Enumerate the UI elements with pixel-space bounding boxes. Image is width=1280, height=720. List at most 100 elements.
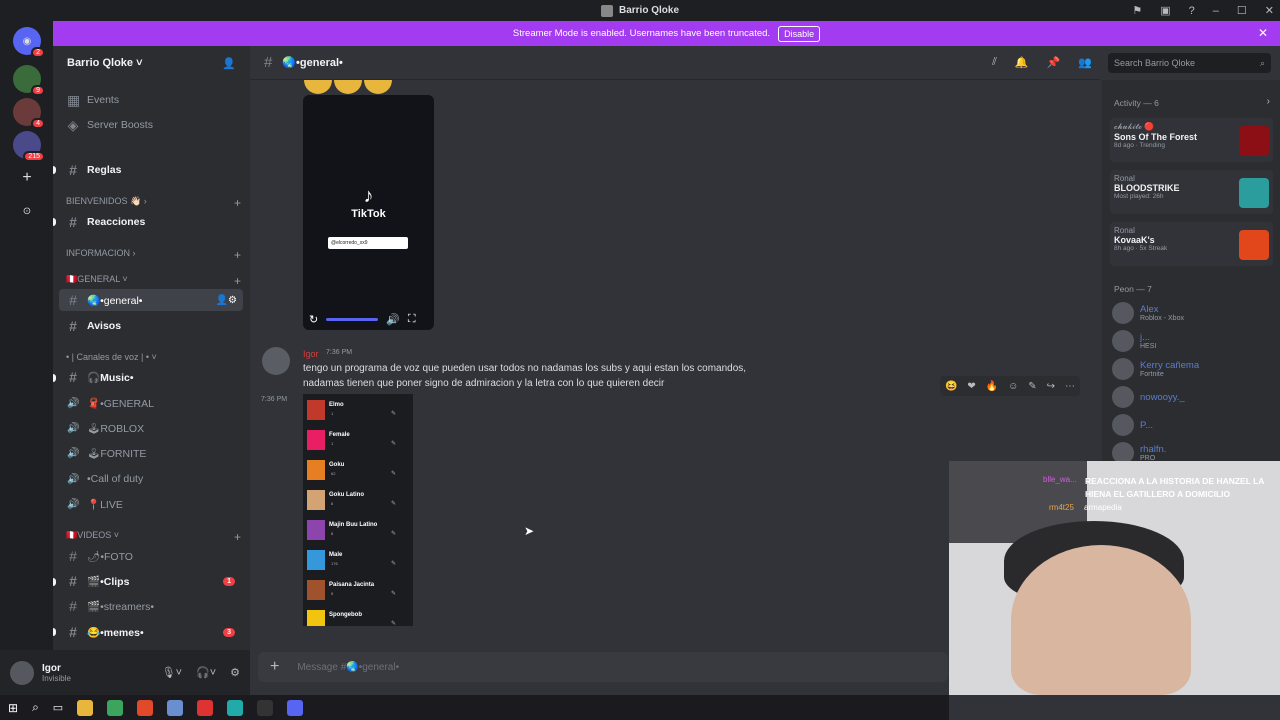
member-list-icon[interactable]: 👥 <box>1078 56 1092 69</box>
sound-row[interactable]: Paisana Jacinta 5 ✎ <box>307 578 407 604</box>
headphones-icon[interactable]: 🎧˅ <box>196 666 216 679</box>
close-icon[interactable]: ✕ <box>1265 4 1274 17</box>
add-channel-icon[interactable]: + <box>234 196 241 210</box>
boosts-item[interactable]: ◈ Server Boosts <box>59 114 243 136</box>
flag-icon[interactable]: ⚑ <box>1132 4 1142 17</box>
edit-icon[interactable]: ✎ <box>391 590 396 597</box>
add-channel-icon[interactable]: + <box>234 248 241 262</box>
channel-memes[interactable]: # 😂•memes• 3 <box>59 621 243 643</box>
store-icon[interactable] <box>107 699 124 716</box>
help-icon[interactable]: ? <box>1189 5 1195 17</box>
message-composer[interactable]: + Message #🌏•general• <box>258 652 948 682</box>
progress-bar[interactable] <box>326 317 379 321</box>
fire-reaction-icon[interactable]: 🔥 <box>986 381 998 392</box>
edit-icon[interactable]: ✎ <box>391 470 396 477</box>
edit-icon[interactable]: ✎ <box>391 440 396 447</box>
voice-cod[interactable]: 🔊 •Call of duty <box>59 468 243 490</box>
app-icon[interactable] <box>227 699 244 716</box>
app-icon[interactable] <box>197 699 214 716</box>
more-icon[interactable]: ⋯ <box>1065 381 1075 392</box>
sound-row[interactable]: Male 176 ✎ <box>307 548 407 574</box>
category-general[interactable]: 🇵🇪General ˅ + <box>66 274 241 288</box>
activity-card[interactable]: Ronal BLOODSTRIKE Most played: 26h <box>1110 170 1273 214</box>
pin-icon[interactable]: 📌 <box>1047 56 1061 69</box>
video-attachment[interactable]: ♪ TikTok @elcorredo_xx9 <box>303 95 434 330</box>
voice-general[interactable]: 🔊 🧣•GENERAL <box>59 392 243 414</box>
channel-clips[interactable]: # 🎬•Clips 1 <box>59 570 243 592</box>
chevron-right-icon[interactable]: › <box>1267 96 1270 107</box>
forward-icon[interactable]: ↪ <box>1047 381 1055 392</box>
task-view-icon[interactable]: ▭ <box>53 701 63 714</box>
discord-home-icon[interactable]: ◉ 2 <box>13 27 45 58</box>
fullscreen-icon[interactable]: ⛶ <box>408 313 416 326</box>
gear-icon[interactable]: ⚙ <box>230 666 240 679</box>
avatar[interactable] <box>262 347 290 375</box>
voice-roblox[interactable]: 🔊 🕹ROBLOX <box>59 417 243 439</box>
category-informacion[interactable]: INFORMACION › + <box>66 248 241 262</box>
edit-icon[interactable]: ✎ <box>1028 381 1036 392</box>
heart-reaction-icon[interactable]: ❤ <box>967 381 975 392</box>
disable-streamer-mode-button[interactable]: Disable <box>778 25 821 42</box>
settings-icon[interactable]: 👤⚙ <box>216 295 237 306</box>
sound-row[interactable]: Majin Buu Latino 8 ✎ <box>307 518 407 544</box>
channel-general[interactable]: # 🌏•general• 👤⚙ <box>59 289 243 311</box>
add-channel-icon[interactable]: + <box>234 530 241 544</box>
sound-row[interactable]: Goku Latino 6 ✎ <box>307 488 407 514</box>
maximize-icon[interactable]: ☐ <box>1237 4 1247 17</box>
member-row[interactable]: j... HESI <box>1112 330 1277 352</box>
edit-icon[interactable]: ✎ <box>391 500 396 507</box>
channel-foto[interactable]: # 🌶•FOTO <box>59 545 243 567</box>
channel-reglas[interactable]: # Reglas <box>59 159 243 181</box>
epic-games-icon[interactable] <box>257 699 274 716</box>
category-bienvenidos[interactable]: BIENVENIDOS 👋🏻 › + <box>66 196 241 210</box>
add-server-icon[interactable]: + <box>13 164 41 192</box>
channel-music[interactable]: # 🎧Music• <box>59 366 243 388</box>
volume-icon[interactable]: 🔊 <box>386 313 400 326</box>
member-row[interactable]: Alex Roblox - Xbox <box>1112 302 1277 324</box>
voice-live[interactable]: 🔊 📍LIVE <box>59 493 243 515</box>
bell-icon[interactable]: 🔔 <box>1015 56 1029 69</box>
sound-row[interactable]: Goku 62 ✎ <box>307 458 407 484</box>
laugh-reaction-icon[interactable]: 😆 <box>945 381 957 392</box>
discord-icon[interactable] <box>287 699 304 716</box>
voice-fornite[interactable]: 🔊 🕹FORNITE <box>59 442 243 464</box>
avatar[interactable] <box>10 660 34 685</box>
invite-icon[interactable]: 👤 <box>222 57 236 70</box>
activity-card[interactable]: 𝓬𝓱𝓾𝓴𝓲𝓽𝓸 🔴 Sons Of The Forest 8d ago · Tren… <box>1110 118 1273 162</box>
add-channel-icon[interactable]: + <box>234 274 241 288</box>
close-banner-icon[interactable]: ✕ <box>1258 26 1268 40</box>
file-explorer-icon[interactable] <box>77 699 94 716</box>
windows-start-icon[interactable]: ⊞ <box>8 701 18 715</box>
add-reaction-icon[interactable]: ☺ <box>1008 381 1018 392</box>
soundboard-image[interactable]: Elmo 1 ✎ Female 1 ✎ Goku 62 ✎ Goku Latino 6 ✎ Majin … <box>303 394 413 626</box>
app-icon[interactable] <box>167 699 184 716</box>
server-name[interactable]: Barrio Qloke ˅ <box>67 57 143 69</box>
channel-reacciones[interactable]: # Reacciones <box>59 211 243 233</box>
server-icon[interactable]: 9 <box>13 65 45 96</box>
edit-icon[interactable]: ✎ <box>391 560 396 567</box>
search-icon[interactable]: ⌕ <box>32 700 39 715</box>
inbox-icon[interactable]: ▣ <box>1160 4 1170 17</box>
channel-streamers[interactable]: # 🎬•streamers• <box>59 595 243 617</box>
member-row[interactable]: nowooyy._ <box>1112 386 1277 408</box>
search-input[interactable]: Search Barrio Qloke ⌕ <box>1108 53 1271 73</box>
channel-avisos[interactable]: # Avisos <box>59 315 243 337</box>
member-row[interactable]: Kerry cañema Fortnite <box>1112 358 1277 380</box>
sound-row[interactable]: Spongebob ✎ <box>307 608 407 626</box>
attach-icon[interactable]: + <box>270 658 279 676</box>
sound-row[interactable]: Elmo 1 ✎ <box>307 398 407 424</box>
server-icon[interactable]: 215 <box>13 131 45 162</box>
edit-icon[interactable]: ✎ <box>391 410 396 417</box>
category-videos[interactable]: 🇵🇪VIDEOS ˅ + <box>66 530 241 544</box>
threads-icon[interactable]: ⫽ <box>992 56 997 69</box>
minimize-icon[interactable]: – <box>1213 5 1219 17</box>
events-item[interactable]: ▦ Events <box>59 89 243 111</box>
message-author[interactable]: Igor <box>303 349 319 359</box>
sound-row[interactable]: Female 1 ✎ <box>307 428 407 454</box>
discover-icon[interactable]: ⊙ <box>13 197 41 225</box>
edit-icon[interactable]: ✎ <box>391 620 396 626</box>
category-voz[interactable]: • | Canales de voz | • ˅ <box>66 352 241 362</box>
replay-icon[interactable]: ↻ <box>309 313 318 326</box>
activity-card[interactable]: Ronal KovaaK's 8h ago · 5x Streak <box>1110 222 1273 266</box>
member-row[interactable]: P... <box>1112 414 1277 436</box>
